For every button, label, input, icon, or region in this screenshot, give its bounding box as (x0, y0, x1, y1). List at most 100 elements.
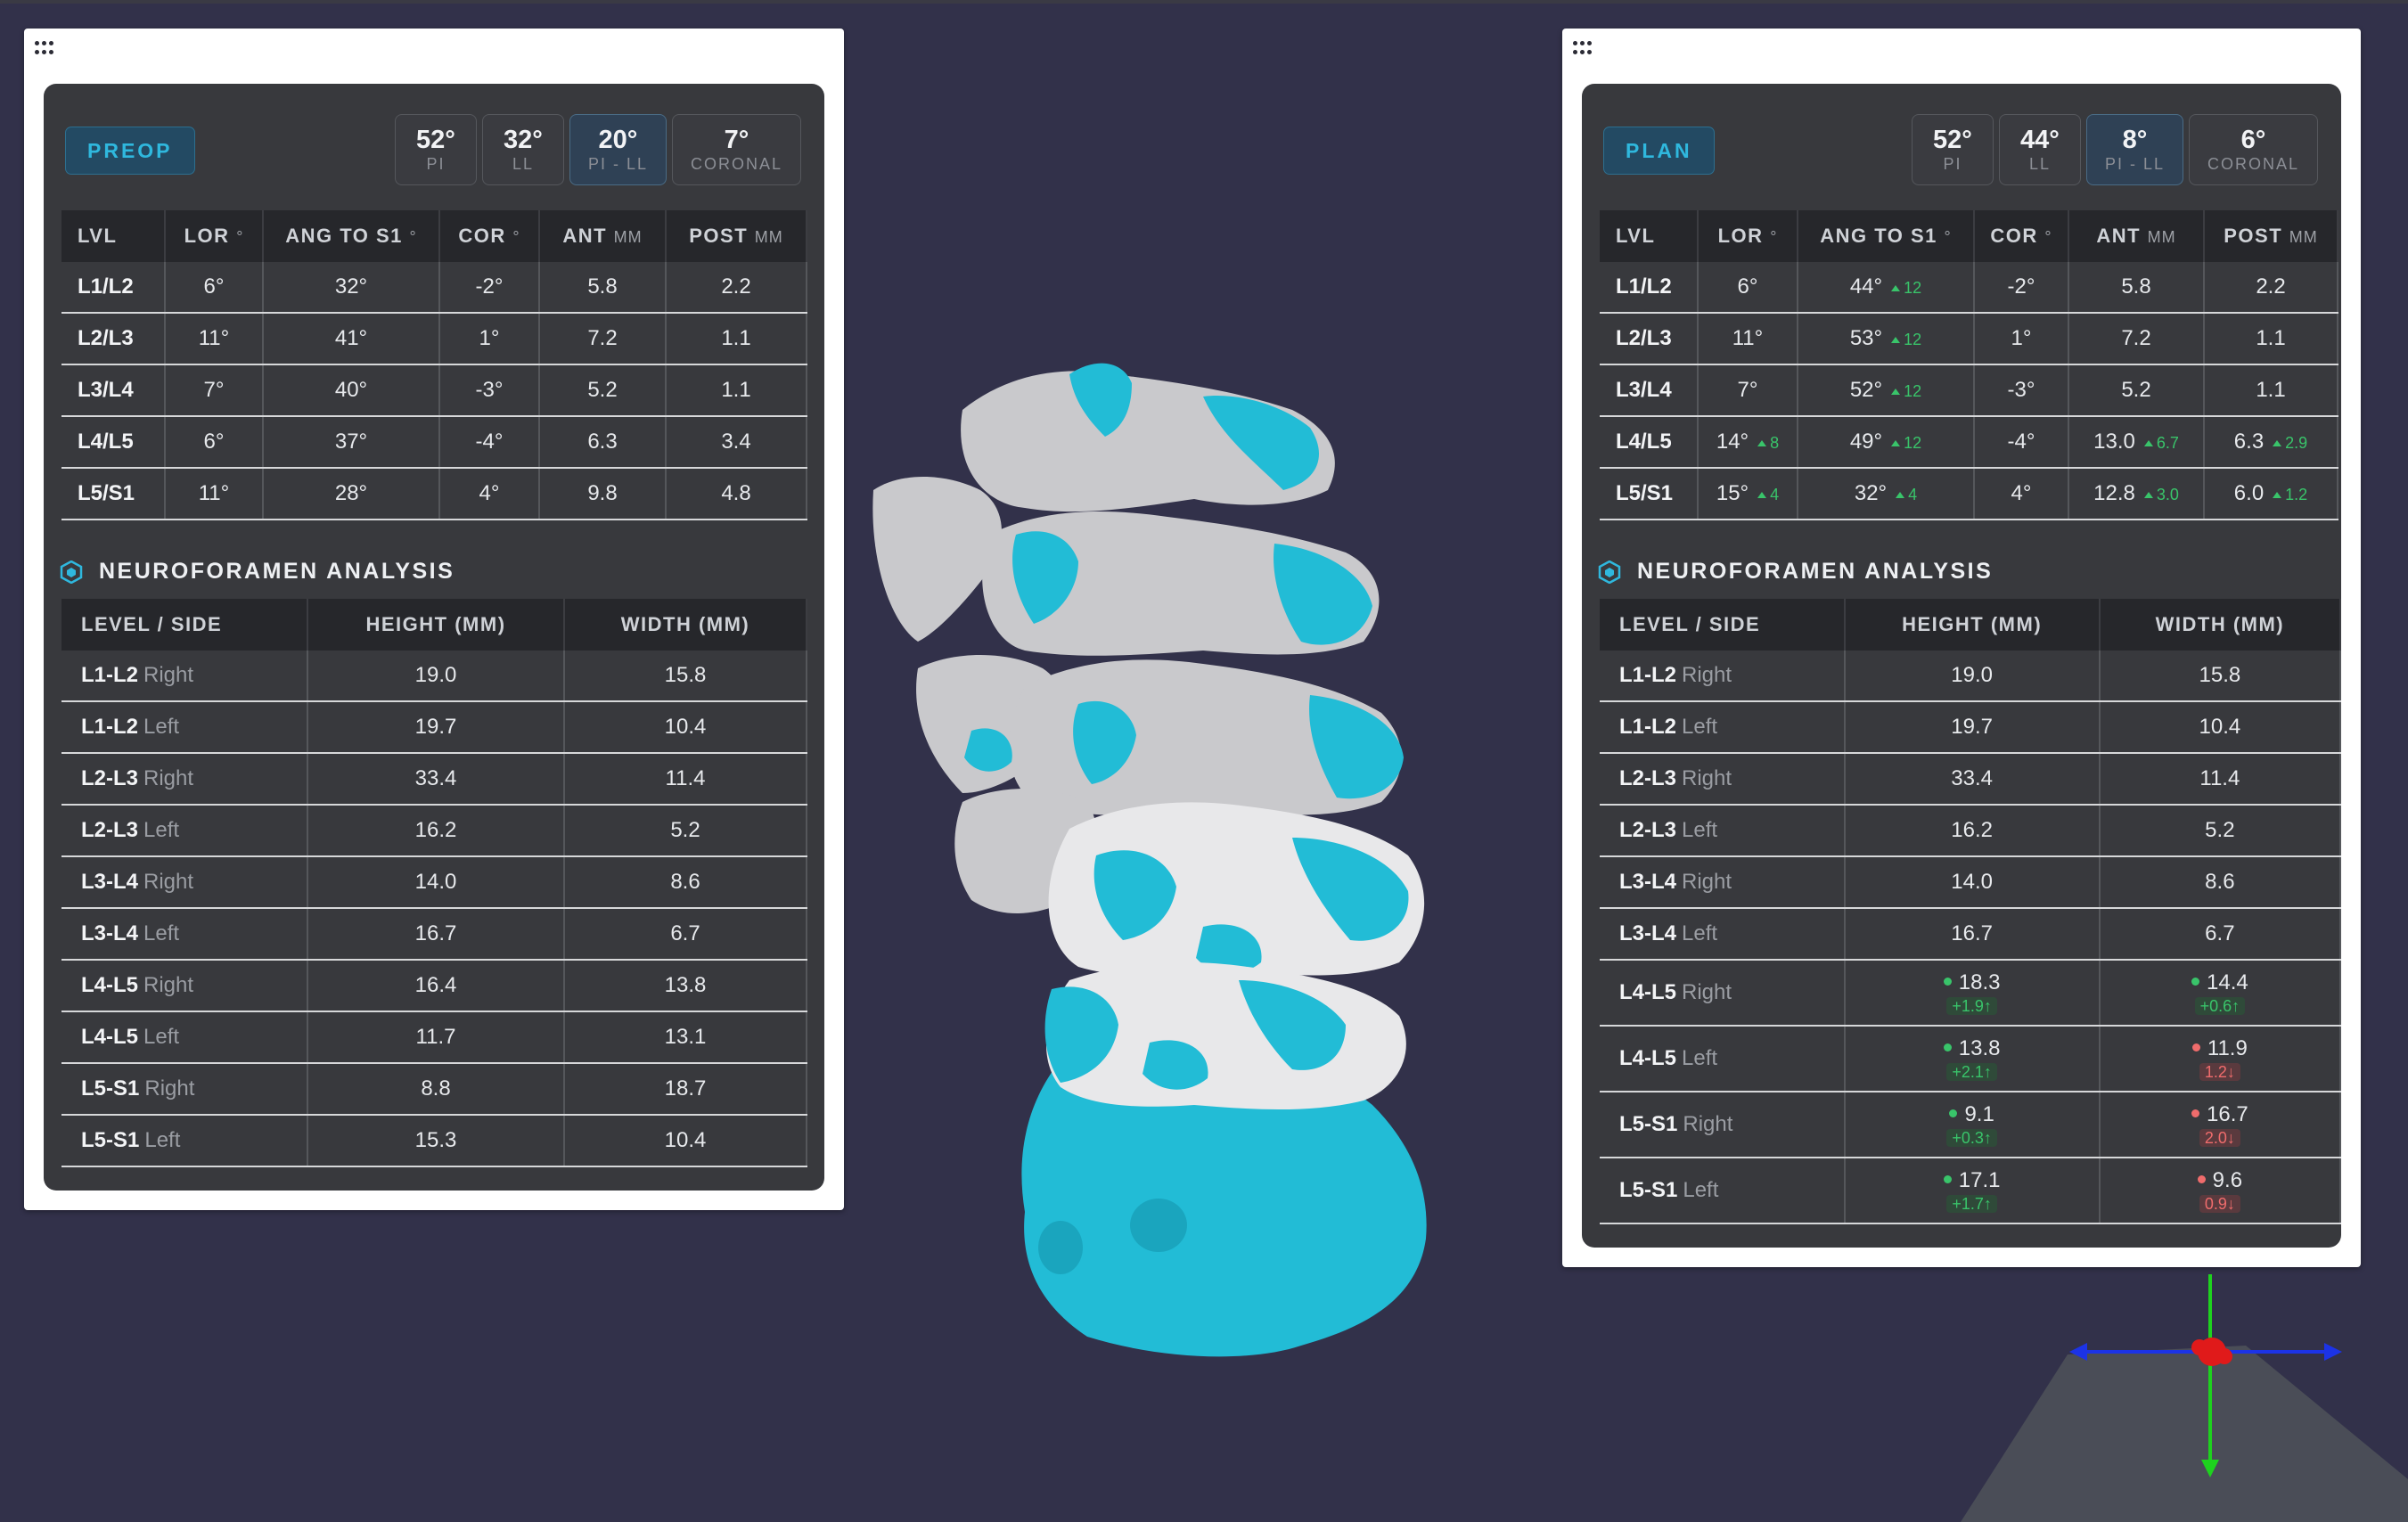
cell-value: 11.4 (2199, 766, 2240, 790)
orientation-gizmo[interactable] (1925, 1248, 2408, 1522)
stat-coronal[interactable]: 7° CORONAL (671, 114, 801, 185)
cell-value: 7.2 (2121, 326, 2151, 350)
col-header-unit: MM (2147, 228, 2176, 246)
change-indicator: +1.9↑ (1846, 997, 2099, 1015)
stat-pi-ll[interactable]: 8° PI - LL (2085, 114, 2183, 185)
cell-value: 33.4 (1951, 766, 1993, 790)
cell-post: 1.1 (2204, 364, 2338, 417)
col-header-unit: ° (236, 228, 244, 246)
col-header-ang[interactable]: ANG TO S1 ° (263, 210, 440, 262)
col-header-label: ANG TO S1 (285, 225, 403, 247)
change-indicator: 2.0↓ (2101, 1129, 2339, 1147)
stat-ll[interactable]: 44° LL (1998, 114, 2081, 185)
col-header-width[interactable]: WIDTH (MM) (564, 599, 807, 651)
stat-pi[interactable]: 52° PI (1911, 114, 1994, 185)
cell-value: L2/L3 (1616, 326, 1672, 350)
level-label: L1-L2 (1619, 663, 1677, 687)
level-label: L3-L4 (1619, 870, 1677, 894)
cell-height: 16.4 (307, 960, 565, 1012)
col-header-ant[interactable]: ANT MM (2068, 210, 2205, 262)
spine-3d-model[interactable] (864, 356, 1488, 1372)
table-row: L5/S1 15° 4 32° 4 4° 12.8 3.0 6.0 1.2 (1600, 468, 2338, 520)
cell-value: -4° (475, 430, 504, 454)
col-header-height[interactable]: HEIGHT (MM) (1844, 599, 2101, 651)
col-header-height[interactable]: HEIGHT (MM) (307, 599, 565, 651)
table-row: L1/L2 6° 44° 12 -2° 5.8 2.2 (1600, 262, 2338, 314)
col-header-lvl[interactable]: LVL (61, 210, 166, 262)
col-header-lvl[interactable]: LVL (1600, 210, 1699, 262)
cell-value: 33.4 (414, 766, 457, 790)
mode-badge[interactable]: PLAN (1603, 127, 1715, 175)
cell-cor: -4° (1974, 416, 2069, 469)
stat-value: 44° (2020, 126, 2060, 154)
cell-value: 17.1 (1958, 1168, 2001, 1192)
cell-value: 9.6 (2212, 1168, 2243, 1192)
cell-value: L3/L4 (1616, 378, 1672, 402)
cell-lor: 6° (1698, 262, 1798, 314)
level-table: LVL LOR ° ANG TO S1 ° COR ° ANT MM POST MM L1/… (61, 210, 807, 520)
change-value: +0.3↑ (1946, 1129, 1997, 1147)
stat-pi[interactable]: 52° PI (394, 114, 477, 185)
change-value: +1.7↑ (1946, 1195, 1997, 1213)
col-header-ant[interactable]: ANT MM (539, 210, 667, 262)
cell-value: 18.7 (664, 1076, 707, 1101)
cell-level-side: L3-L4 Right (61, 856, 308, 909)
cell-width: 15.8 (2099, 651, 2341, 702)
delta-up-badge: 8 (1757, 434, 1779, 452)
cell-lvl: L5/S1 (1600, 468, 1699, 520)
cell-value: 15.8 (2199, 663, 2241, 687)
level-label: L2-L3 (81, 766, 139, 790)
cell-ant: 12.8 3.0 (2068, 468, 2205, 520)
cell-value: 1° (2011, 326, 2032, 350)
cell-value: 14.0 (414, 870, 457, 894)
cell-lvl: L1/L2 (1600, 262, 1699, 314)
cell-cor: -2° (1974, 262, 2069, 314)
change-indicator: +1.7↑ (1846, 1195, 2099, 1213)
col-header-cor[interactable]: COR ° (1974, 210, 2069, 262)
mode-badge[interactable]: PREOP (65, 127, 195, 175)
cell-ant: 7.2 (539, 313, 667, 365)
drag-handle-icon[interactable] (1573, 41, 1594, 55)
side-label: Left (143, 921, 180, 945)
cell-value: 14.4 (2207, 970, 2248, 994)
cell-value: 32° (334, 274, 368, 299)
stat-ll[interactable]: 32° LL (481, 114, 564, 185)
stat-pi-ll[interactable]: 20° PI - LL (569, 114, 667, 185)
stat-label: LL (2028, 155, 2051, 173)
table-row: L3/L4 7° 40° -3° 5.2 1.1 (61, 364, 807, 417)
cell-value: L5/S1 (1616, 481, 1674, 505)
cell-level-side: L2-L3 Right (1600, 753, 1846, 806)
col-header-width[interactable]: WIDTH (MM) (2099, 599, 2341, 651)
level-label: L1-L2 (81, 663, 139, 687)
col-header-unit: ° (1944, 228, 1952, 246)
col-header-post[interactable]: POST MM (2204, 210, 2338, 262)
cell-width: 10.4 (2099, 701, 2341, 754)
cell-ant: 5.8 (2068, 262, 2205, 314)
drag-handle-icon[interactable] (35, 41, 56, 55)
cell-lor: 11° (165, 468, 264, 520)
cell-height: 16.7 (1844, 908, 2101, 961)
cell-level-side: L2-L3 Left (1600, 805, 1846, 857)
delta-up-badge: 6.7 (2144, 434, 2179, 452)
col-header-cor[interactable]: COR ° (439, 210, 540, 262)
cell-lor: 14° 8 (1698, 416, 1798, 469)
side-label: Right (144, 1076, 195, 1101)
cell-value: 5.2 (2121, 378, 2151, 402)
col-header-level-side[interactable]: LEVEL / SIDE (61, 599, 308, 651)
cell-cor: 1° (439, 313, 540, 365)
col-header-level-side[interactable]: LEVEL / SIDE (1600, 599, 1846, 651)
cell-lvl: L4/L5 (61, 416, 166, 469)
cell-ang: 37° (263, 416, 440, 469)
col-header-label: ANT (2096, 225, 2142, 247)
cell-height: 14.0 (1844, 856, 2101, 909)
col-header-lor[interactable]: LOR ° (1698, 210, 1798, 262)
stat-coronal[interactable]: 6° CORONAL (2188, 114, 2318, 185)
col-header-post[interactable]: POST MM (666, 210, 807, 262)
col-header-ang[interactable]: ANG TO S1 ° (1798, 210, 1975, 262)
status-dot (1943, 978, 1952, 986)
cell-height: 9.1 +0.3↑ (1844, 1092, 2101, 1158)
col-header-lor[interactable]: LOR ° (165, 210, 264, 262)
cell-level-side: L2-L3 Right (61, 753, 308, 806)
stat-label: LL (512, 155, 534, 173)
neuroforamen-heading: NEUROFORAMEN ANALYSIS (60, 559, 455, 585)
